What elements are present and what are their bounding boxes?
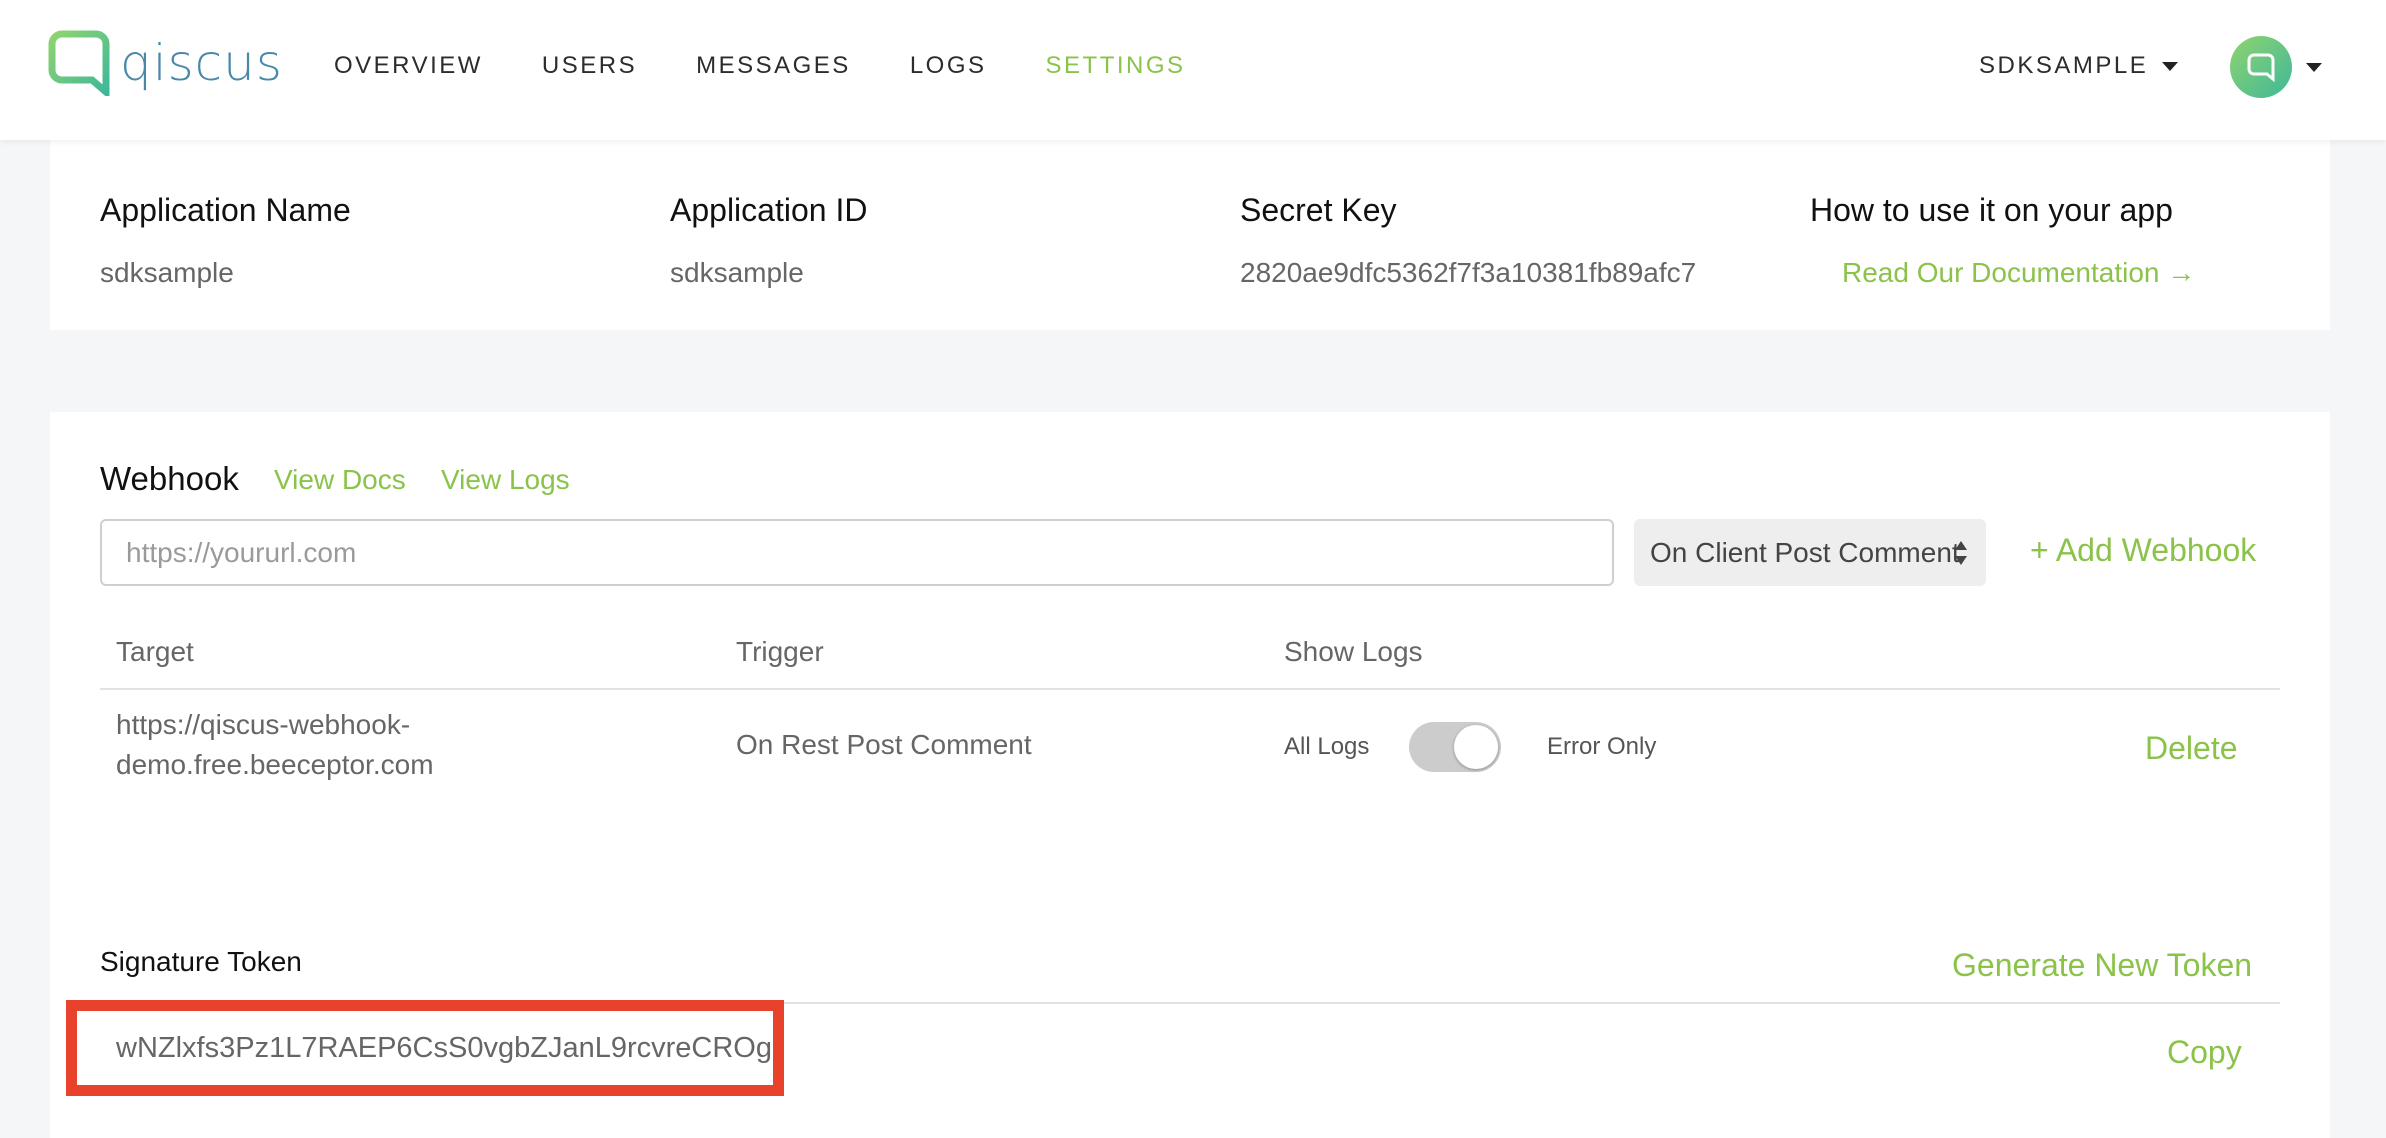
view-docs-link[interactable]: View Docs bbox=[274, 464, 406, 496]
nav-messages[interactable]: MESSAGES bbox=[696, 52, 851, 80]
view-logs-link[interactable]: View Logs bbox=[441, 464, 570, 496]
app-name-value: sdksample bbox=[100, 257, 234, 288]
secret-key-label: Secret Key bbox=[1240, 192, 1397, 228]
signature-token-label: Signature Token bbox=[100, 946, 302, 977]
logo-wordmark: qiscus bbox=[120, 34, 283, 92]
toggle-knob bbox=[1454, 725, 1498, 769]
app-name-block: Application Name sdksample bbox=[100, 192, 351, 289]
select-arrows-icon bbox=[1955, 541, 1967, 565]
row-trigger: On Rest Post Comment bbox=[736, 729, 1032, 760]
column-header-trigger: Trigger bbox=[736, 636, 824, 667]
howto-block: How to use it on your app Read Our Docum… bbox=[1810, 192, 2195, 289]
all-logs-label: All Logs bbox=[1284, 733, 1370, 760]
add-webhook-button[interactable]: + Add Webhook bbox=[2030, 532, 2256, 569]
chevron-down-icon bbox=[2162, 61, 2179, 71]
app-info-card: Application Name sdksample Application I… bbox=[50, 140, 2330, 330]
trigger-select[interactable]: On Client Post Comment bbox=[1634, 519, 1986, 586]
app-switcher-dropdown[interactable]: SDKSAMPLE bbox=[1979, 52, 2179, 80]
nav-settings[interactable]: SETTINGS bbox=[1046, 52, 1186, 80]
delete-webhook-button[interactable]: Delete bbox=[2145, 730, 2238, 767]
nav-logs[interactable]: LOGS bbox=[910, 52, 987, 80]
nav-overview[interactable]: OVERVIEW bbox=[334, 52, 483, 80]
nav-users[interactable]: USERS bbox=[542, 52, 637, 80]
row-target-line2: demo.free.beeceptor.com bbox=[116, 749, 434, 780]
secret-key-value: 2820ae9dfc5362f7f3a10381fb89afc7 bbox=[1240, 257, 1697, 288]
app-id-block: Application ID sdksample bbox=[670, 192, 867, 289]
qiscus-logo[interactable]: qiscus bbox=[48, 28, 283, 98]
top-navigation-bar: qiscus OVERVIEW USERS MESSAGES LOGS SETT… bbox=[0, 0, 2386, 140]
logs-mode-toggle[interactable] bbox=[1409, 722, 1501, 772]
generate-new-token-button[interactable]: Generate New Token bbox=[1952, 947, 2252, 984]
app-name-label: Application Name bbox=[100, 192, 351, 228]
main-nav: OVERVIEW USERS MESSAGES LOGS SETTINGS bbox=[334, 52, 1245, 80]
column-header-target: Target bbox=[116, 636, 194, 667]
webhook-url-input[interactable] bbox=[100, 519, 1614, 586]
app-id-label: Application ID bbox=[670, 192, 868, 228]
app-id-value: sdksample bbox=[670, 257, 804, 288]
qiscus-logo-icon bbox=[48, 30, 110, 96]
read-documentation-link[interactable]: Read Our Documentation → bbox=[1842, 257, 2195, 289]
avatar bbox=[2230, 36, 2292, 98]
chevron-down-icon bbox=[2306, 62, 2322, 72]
webhook-card: Webhook View Docs View Logs On Client Po… bbox=[50, 412, 2330, 1138]
column-header-show-logs: Show Logs bbox=[1284, 636, 1423, 667]
howto-label: How to use it on your app bbox=[1810, 192, 2173, 228]
webhook-title: Webhook bbox=[100, 460, 239, 497]
copy-token-button[interactable]: Copy bbox=[2167, 1034, 2242, 1071]
app-switcher-label: SDKSAMPLE bbox=[1979, 52, 2149, 79]
table-header-divider bbox=[100, 688, 2280, 690]
chat-bubble-icon bbox=[2247, 53, 2275, 82]
user-menu[interactable] bbox=[2230, 36, 2322, 98]
row-target-line1: https://qiscus-webhook- bbox=[116, 709, 411, 740]
signature-token-value[interactable]: wNZlxfs3Pz1L7RAEP6CsS0vgbZJanL9rcvreCROg bbox=[116, 1032, 772, 1065]
row-target: https://qiscus-webhook- demo.free.beecep… bbox=[116, 705, 434, 785]
secret-key-block: Secret Key 2820ae9dfc5362f7f3a10381fb89a… bbox=[1240, 192, 1696, 289]
trigger-select-value: On Client Post Comment bbox=[1650, 536, 1960, 568]
error-only-label: Error Only bbox=[1547, 733, 1657, 760]
